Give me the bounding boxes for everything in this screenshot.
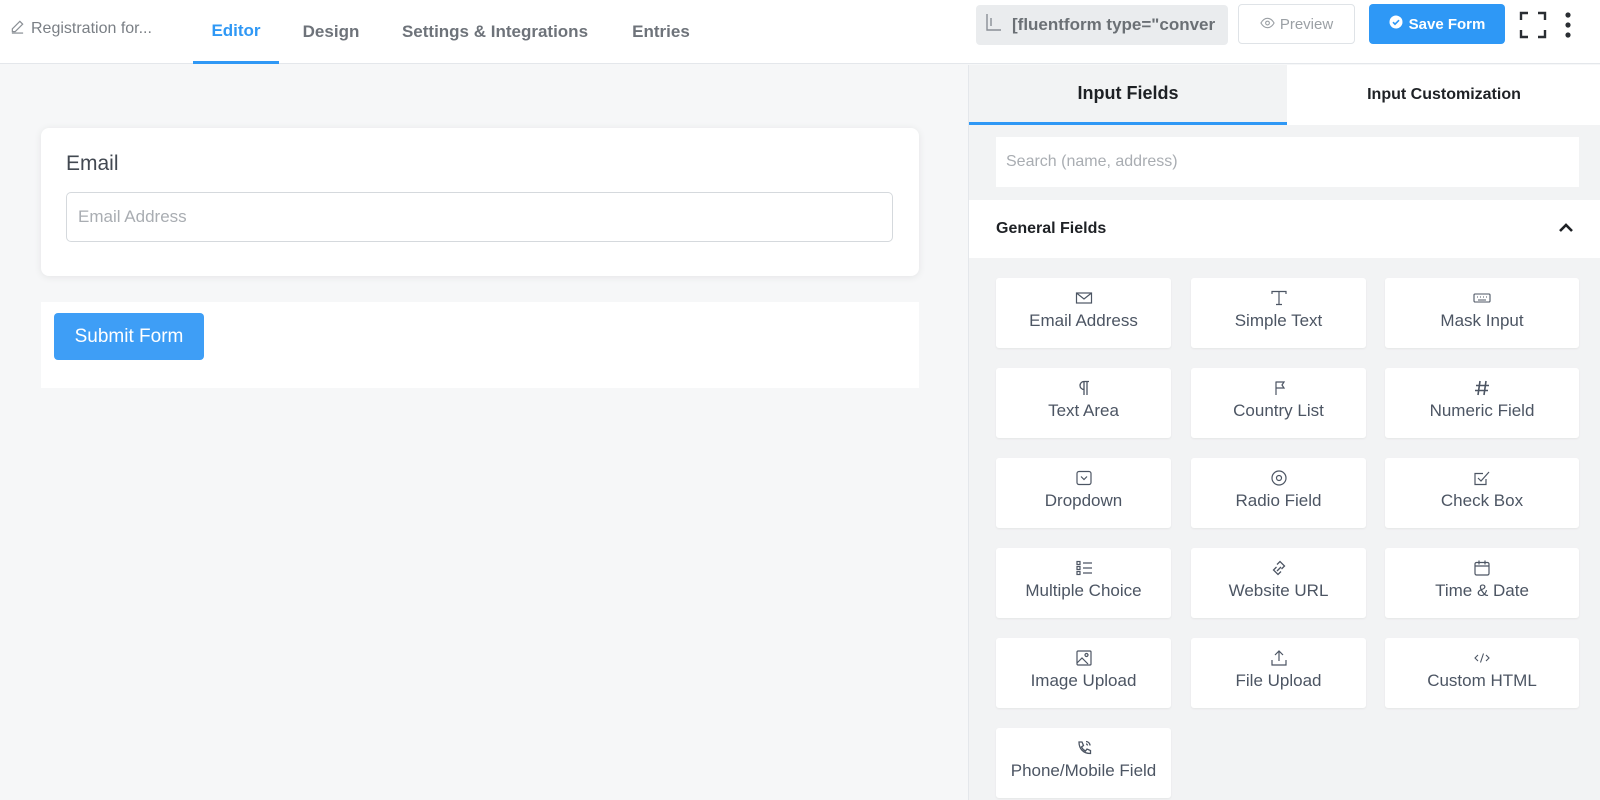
text-cursor-icon: [1269, 290, 1289, 306]
image-icon: [1074, 650, 1094, 666]
preview-button[interactable]: Preview: [1238, 4, 1355, 44]
tab-input-customization[interactable]: Input Customization: [1287, 65, 1600, 125]
field-numeric-field[interactable]: Numeric Field: [1385, 368, 1579, 438]
calendar-icon: [1472, 560, 1492, 576]
field-label: Country List: [1233, 401, 1324, 420]
tab-design[interactable]: Design: [290, 0, 372, 64]
email-field-card[interactable]: Email: [41, 128, 919, 276]
form-name[interactable]: Registration for...: [10, 0, 152, 58]
field-file-upload[interactable]: File Upload: [1191, 638, 1366, 708]
field-dropdown[interactable]: Dropdown: [996, 458, 1171, 528]
flag-icon: [1269, 380, 1289, 396]
link-icon: [1269, 560, 1289, 576]
field-label: Simple Text: [1234, 311, 1323, 330]
top-bar: Registration for... Editor Design Settin…: [0, 0, 1600, 64]
checkbox-icon: [1472, 470, 1492, 486]
save-form-button[interactable]: Save Form: [1369, 4, 1505, 44]
field-country-list[interactable]: Country List: [1191, 368, 1366, 438]
submit-form-button[interactable]: Submit Form: [54, 313, 204, 360]
field-label: Phone/Mobile Field: [1010, 761, 1157, 780]
submit-button-wrapper: Submit Form: [41, 302, 919, 388]
field-label: Image Upload: [1030, 671, 1137, 690]
dropdown-icon: [1074, 470, 1094, 486]
keyboard-icon: [1472, 290, 1492, 306]
field-label: File Upload: [1235, 671, 1322, 690]
envelope-icon: [1074, 290, 1094, 306]
field-email-address[interactable]: Email Address: [996, 278, 1171, 348]
field-mask-input[interactable]: Mask Input: [1385, 278, 1579, 348]
fields-sidebar: Input Fields Input Customization General…: [968, 65, 1600, 800]
field-label: Text Area: [1048, 401, 1119, 420]
field-check-box[interactable]: Check Box: [1385, 458, 1579, 528]
copy-icon: [984, 12, 1002, 39]
field-label: Radio Field: [1235, 491, 1322, 510]
field-label: Custom HTML: [1427, 671, 1537, 690]
shortcode-text: [fluentform type="conver: [1012, 15, 1216, 34]
tab-input-fields[interactable]: Input Fields: [969, 65, 1287, 125]
upload-icon: [1269, 650, 1289, 666]
fullscreen-icon[interactable]: [1519, 11, 1547, 39]
field-image-upload[interactable]: Image Upload: [996, 638, 1171, 708]
field-label: Check Box: [1440, 491, 1524, 510]
field-text-area[interactable]: Text Area: [996, 368, 1171, 438]
tab-editor[interactable]: Editor: [193, 0, 279, 64]
save-form-label: Save Form: [1408, 15, 1486, 33]
list-icon: [1074, 560, 1094, 576]
general-fields-header[interactable]: General Fields: [969, 200, 1600, 258]
pencil-icon: [10, 19, 25, 39]
field-label: Time & Date: [1435, 581, 1529, 600]
code-icon: [1472, 650, 1492, 666]
form-name-label: Registration for...: [31, 20, 152, 37]
eye-icon: [1260, 16, 1275, 33]
field-label: Email Address: [1029, 311, 1138, 330]
hash-icon: [1472, 380, 1492, 396]
check-circle-icon: [1389, 15, 1403, 33]
field-label: Website URL: [1228, 581, 1329, 600]
tab-settings-integrations[interactable]: Settings & Integrations: [392, 0, 598, 64]
field-label: Mask Input: [1440, 311, 1524, 330]
more-vertical-icon[interactable]: [1563, 10, 1573, 40]
tab-entries[interactable]: Entries: [620, 0, 702, 64]
form-editor-canvas: Email Submit Form: [0, 65, 968, 800]
radio-icon: [1269, 470, 1289, 486]
email-field-label: Email: [66, 152, 119, 175]
paragraph-icon: [1074, 380, 1094, 396]
general-fields-title: General Fields: [996, 220, 1107, 237]
field-multiple-choice[interactable]: Multiple Choice: [996, 548, 1171, 618]
field-label: Numeric Field: [1429, 401, 1535, 420]
chevron-up-icon: [1558, 220, 1574, 238]
field-label: Dropdown: [1044, 491, 1123, 510]
field-time-date[interactable]: Time & Date: [1385, 548, 1579, 618]
field-label: Multiple Choice: [1025, 581, 1142, 600]
field-radio-field[interactable]: Radio Field: [1191, 458, 1366, 528]
field-simple-text[interactable]: Simple Text: [1191, 278, 1366, 348]
field-phone-mobile[interactable]: Phone/Mobile Field: [996, 728, 1171, 798]
preview-label: Preview: [1279, 15, 1334, 33]
phone-icon: [1074, 740, 1094, 756]
field-search-input[interactable]: [996, 137, 1579, 187]
shortcode-copy[interactable]: [fluentform type="conver: [976, 5, 1228, 45]
field-custom-html[interactable]: Custom HTML: [1385, 638, 1579, 708]
field-website-url[interactable]: Website URL: [1191, 548, 1366, 618]
email-field[interactable]: [66, 192, 893, 242]
